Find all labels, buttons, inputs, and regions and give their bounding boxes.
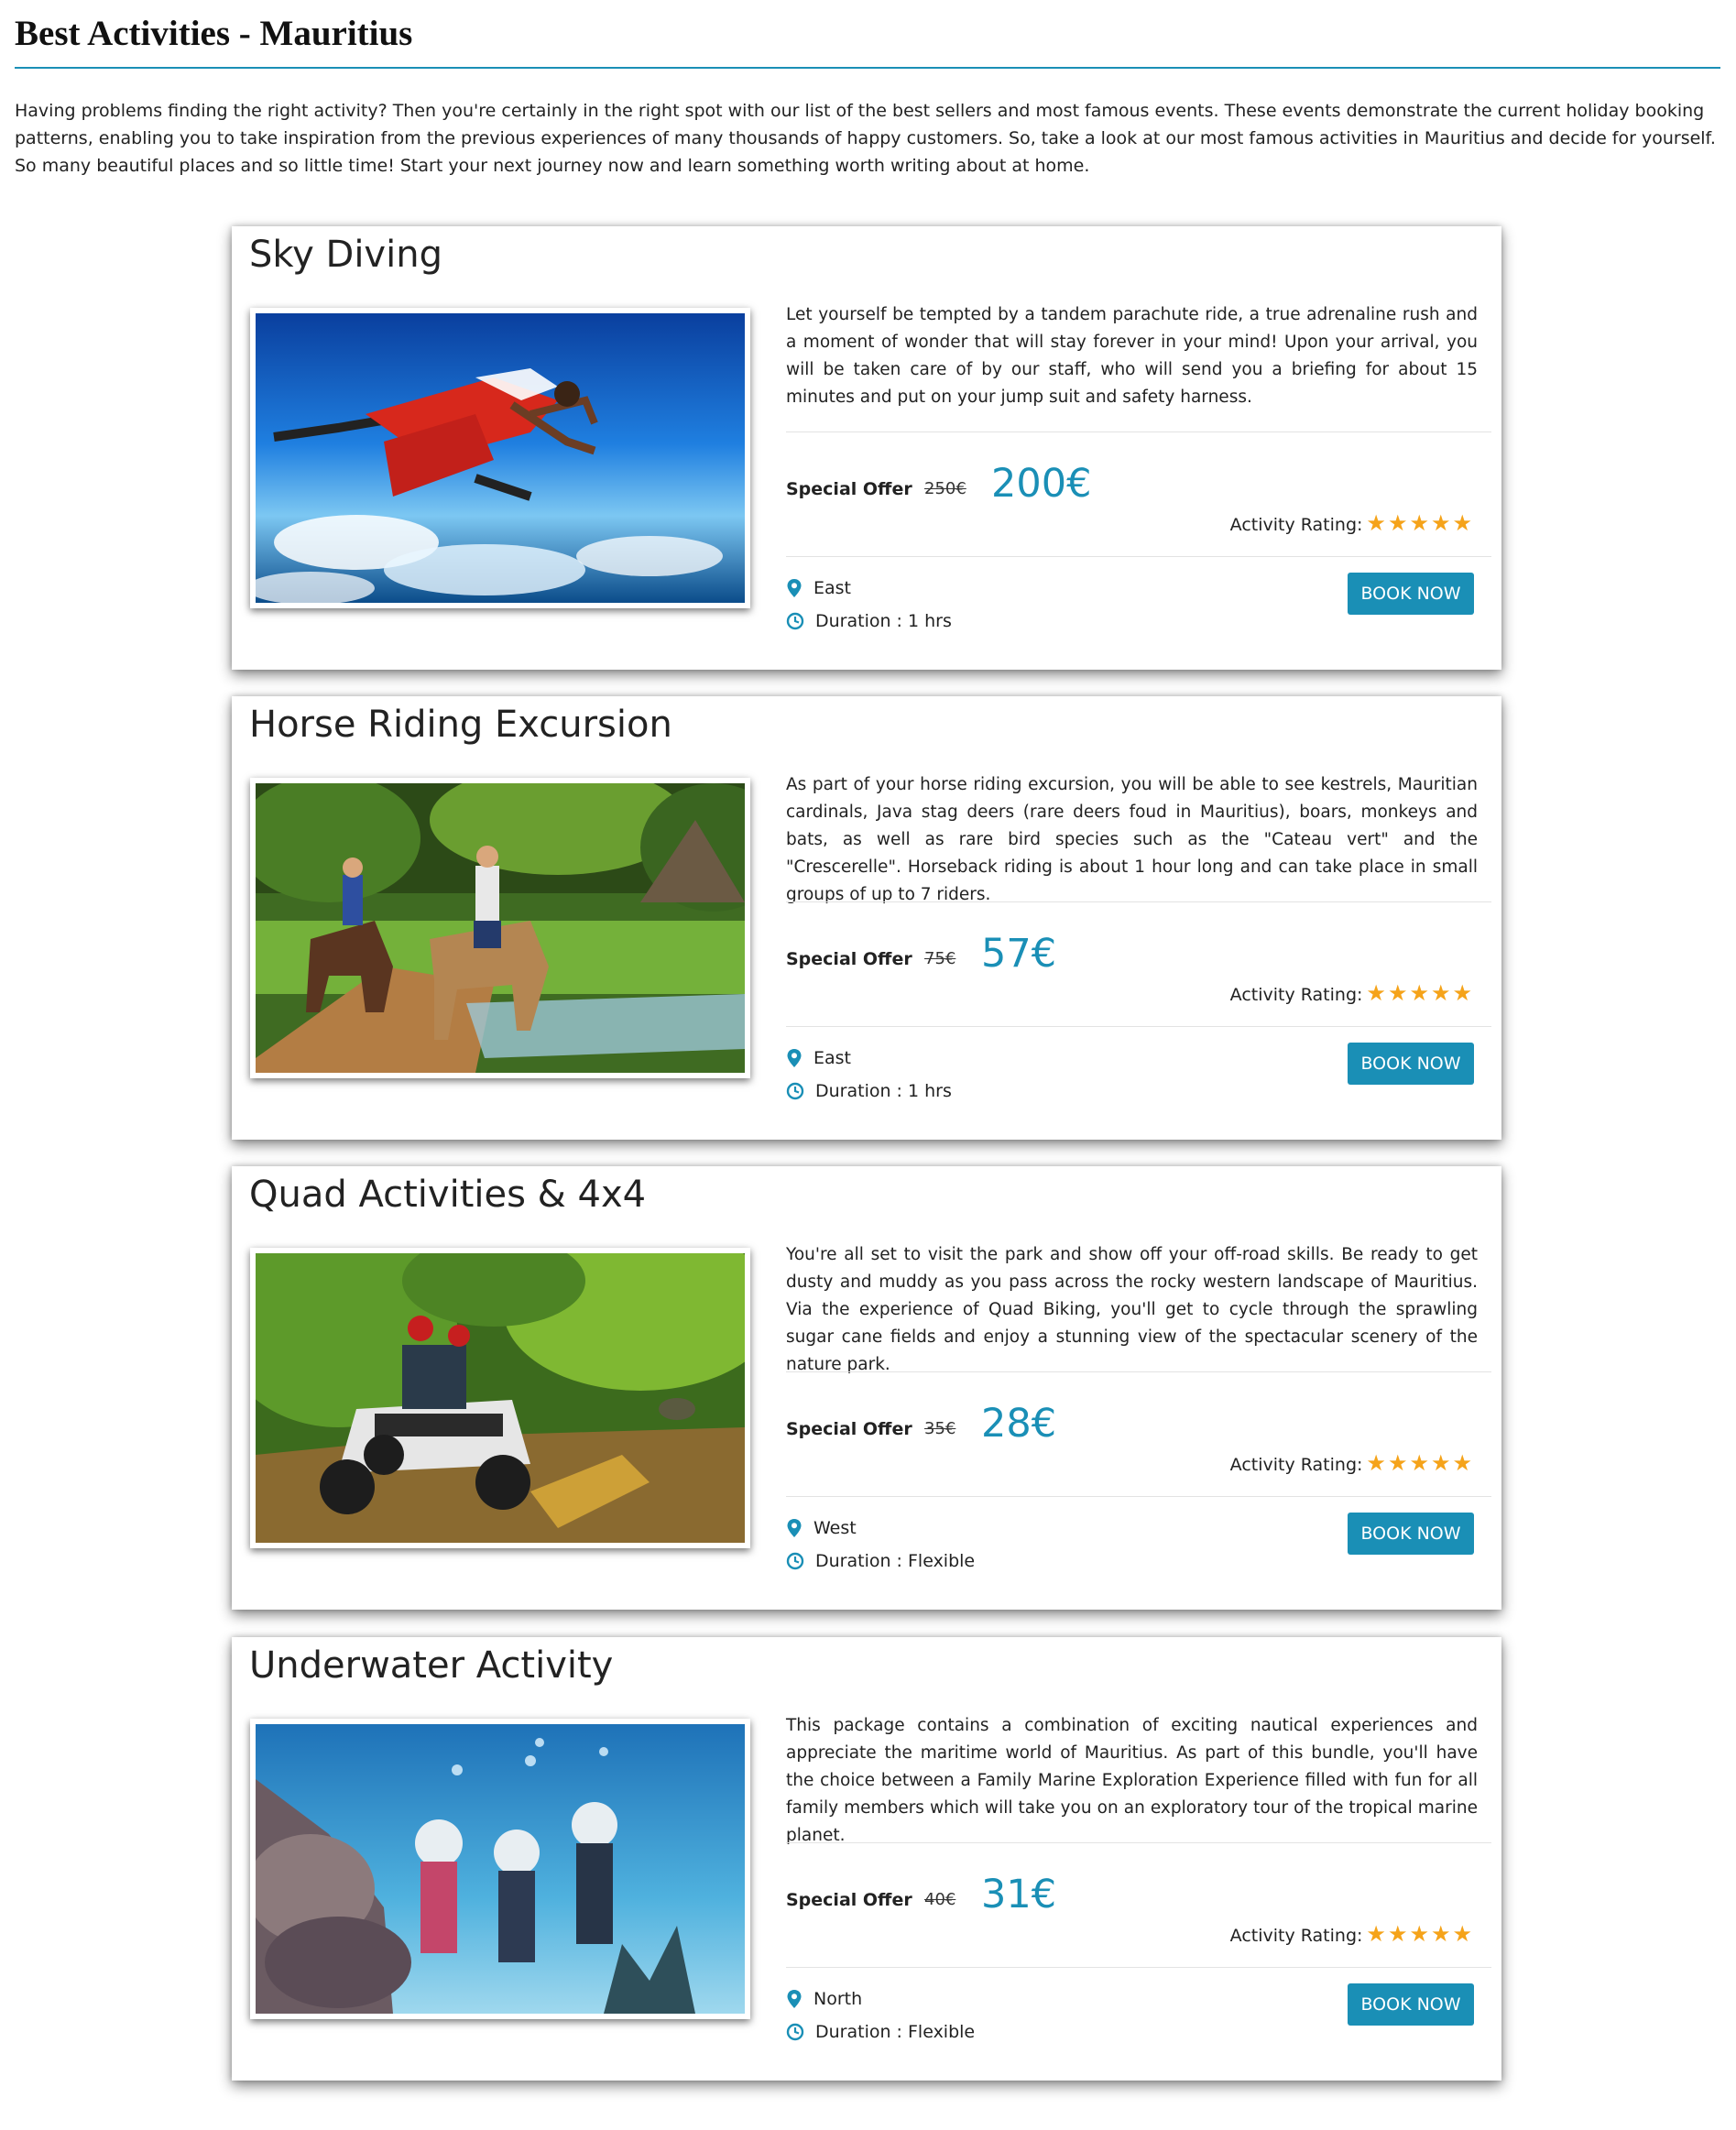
- location: North: [786, 1989, 862, 2009]
- location-text: North: [813, 1989, 863, 2009]
- sky-diving-photo: [256, 313, 745, 603]
- activity-rating-label: Activity Rating:: [1229, 515, 1363, 535]
- location-text: East: [813, 578, 851, 598]
- new-price: 28€: [981, 1401, 1057, 1447]
- star-rating-icon: ★★★★★: [1366, 1450, 1474, 1476]
- star-rating-icon: ★★★★★: [1366, 980, 1474, 1006]
- old-price: 75€: [924, 949, 956, 968]
- duration: Duration : 1 hrs: [786, 1081, 952, 1101]
- divider: [786, 1842, 1491, 1843]
- divider: [786, 1371, 1491, 1372]
- activity-photo: [250, 308, 750, 608]
- book-now-button[interactable]: BOOK NOW: [1348, 1983, 1474, 2026]
- activity-description: You're all set to visit the park and sho…: [786, 1245, 1478, 1374]
- divider: [786, 431, 1491, 432]
- special-offer-label: Special Offer: [786, 1890, 912, 1910]
- new-price: 31€: [981, 1872, 1057, 1917]
- intro-text: Having problems finding the right activi…: [15, 101, 1716, 176]
- activity-rating: Activity Rating: ★★★★★: [1230, 1921, 1474, 1947]
- new-price: 200€: [991, 461, 1092, 507]
- star-rating-icon: ★★★★★: [1366, 1921, 1474, 1947]
- book-now-button[interactable]: BOOK NOW: [1348, 1043, 1474, 1085]
- location-text: West: [813, 1518, 857, 1538]
- book-now-button[interactable]: BOOK NOW: [1348, 1513, 1474, 1555]
- duration-text: Duration : Flexible: [815, 2022, 976, 2042]
- clock-icon: [786, 2023, 804, 2041]
- page-title: Best Activities - Mauritius: [15, 14, 413, 53]
- duration-text: Duration : Flexible: [815, 1551, 976, 1571]
- duration: Duration : Flexible: [786, 2022, 975, 2042]
- activity-title: Quad Activities & 4x4: [249, 1174, 647, 1216]
- old-price: 35€: [924, 1419, 956, 1438]
- location: East: [786, 1048, 851, 1068]
- quad-biking-photo: [256, 1253, 745, 1543]
- star-rating-icon: ★★★★★: [1366, 510, 1474, 536]
- activity-rating: Activity Rating: ★★★★★: [1230, 1450, 1474, 1476]
- activity-card-horse-riding: Horse Riding Excursion As part of your h…: [232, 696, 1501, 1140]
- divider: [786, 1026, 1491, 1027]
- activity-rating: Activity Rating: ★★★★★: [1230, 510, 1474, 536]
- activity-card-quad: Quad Activities & 4x4 You're all set to …: [232, 1166, 1501, 1610]
- activity-card-sky-diving: Sky Diving Let yourself be tempted by a …: [232, 226, 1501, 670]
- divider: [786, 901, 1491, 902]
- underwater-walk-photo: [256, 1724, 745, 2014]
- map-pin-icon: [787, 579, 802, 597]
- special-offer-label: Special Offer: [786, 1419, 912, 1439]
- horse-riding-photo: [256, 783, 745, 1073]
- activity-photo: [250, 1719, 750, 2019]
- activity-description: Let yourself be tempted by a tandem para…: [786, 305, 1478, 407]
- map-pin-icon: [787, 1049, 802, 1067]
- activity-photo: [250, 1248, 750, 1548]
- activity-title: Underwater Activity: [249, 1644, 614, 1687]
- divider: [786, 1967, 1491, 1968]
- duration: Duration : 1 hrs: [786, 611, 952, 631]
- duration-text: Duration : 1 hrs: [815, 1081, 952, 1101]
- book-now-button[interactable]: BOOK NOW: [1348, 573, 1474, 615]
- activity-title: Horse Riding Excursion: [249, 704, 672, 746]
- clock-icon: [786, 1082, 804, 1100]
- duration: Duration : Flexible: [786, 1551, 975, 1571]
- activity-card-underwater: Underwater Activity This package contain…: [232, 1637, 1501, 2081]
- divider: [786, 556, 1491, 557]
- map-pin-icon: [787, 1990, 802, 2008]
- activity-rating: Activity Rating: ★★★★★: [1230, 980, 1474, 1006]
- clock-icon: [786, 612, 804, 630]
- activity-description: This package contains a combination of e…: [786, 1716, 1478, 1845]
- clock-icon: [786, 1552, 804, 1570]
- activity-rating-label: Activity Rating:: [1229, 985, 1363, 1005]
- location: West: [786, 1518, 857, 1538]
- duration-text: Duration : 1 hrs: [815, 611, 952, 631]
- title-divider: [15, 67, 1720, 69]
- activity-rating-label: Activity Rating:: [1229, 1455, 1363, 1475]
- activity-title: Sky Diving: [249, 234, 442, 276]
- divider: [786, 1496, 1491, 1497]
- activity-rating-label: Activity Rating:: [1229, 1926, 1363, 1946]
- new-price: 57€: [981, 931, 1057, 977]
- activity-photo: [250, 778, 750, 1078]
- special-offer-label: Special Offer: [786, 949, 912, 969]
- location: East: [786, 578, 851, 598]
- location-text: East: [813, 1048, 851, 1068]
- special-offer-label: Special Offer: [786, 479, 912, 499]
- activity-description: As part of your horse riding excursion, …: [786, 775, 1478, 904]
- map-pin-icon: [787, 1519, 802, 1537]
- old-price: 250€: [924, 479, 966, 498]
- old-price: 40€: [924, 1890, 956, 1909]
